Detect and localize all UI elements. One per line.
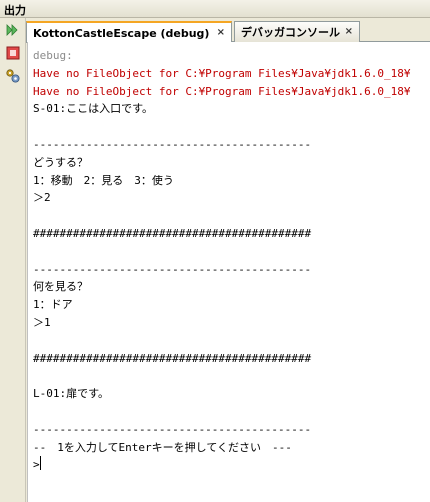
console-line-text: ＞2 (33, 191, 51, 205)
console-line-text: ----------------------------------------… (33, 137, 312, 151)
output-panel-header: 出力 (0, 0, 430, 18)
console-lines: debug: Have no FileObject for C:¥Program … (33, 47, 411, 474)
console-line-text: Have no FileObject for C:¥Program Files¥… (33, 84, 411, 98)
console-line-text: ----------------------------------------… (33, 422, 312, 436)
console-line: S-01:ここは入口です。 (33, 100, 411, 118)
console-line: どうする？ (33, 154, 411, 172)
output-tab-strip: KottonCastleEscape (debug) × デバッガコンソール × (26, 18, 430, 43)
console-line-text: どうする？ (33, 155, 88, 169)
stop-button[interactable] (5, 45, 21, 61)
console-line: ＞2 (33, 189, 411, 207)
console-line: ########################################… (33, 225, 411, 243)
console-line: ----------------------------------------… (33, 136, 411, 154)
console-line: debug: (33, 47, 411, 65)
console-line-text: > (33, 458, 40, 472)
console-line: Have no FileObject for C:¥Program Files¥… (33, 65, 411, 83)
console-line-text: S-01:ここは入口です。 (33, 102, 154, 116)
tab-kottoncastleescape-debug[interactable]: KottonCastleEscape (debug) × (26, 21, 232, 43)
console-line-text: debug: (33, 49, 73, 62)
console-line: ＞1 (33, 314, 411, 332)
console-line: > (33, 456, 411, 474)
rerun-icon (6, 24, 18, 36)
settings-button[interactable] (5, 68, 21, 84)
console-line-text: -- 1を入力してEnterキーを押してください --- (33, 440, 292, 454)
output-toolbar (0, 18, 26, 502)
console-line-text: L-01:扉です。 (33, 387, 110, 401)
close-icon[interactable]: × (217, 27, 225, 38)
console-line-text: 1：ドア (33, 298, 73, 312)
console-line: ########################################… (33, 350, 411, 368)
console-line: 1：移動 2：見る 3：使う (33, 172, 411, 190)
console-line-text: ########################################… (33, 351, 312, 365)
console-line-text: Have no FileObject for C:¥Program Files¥… (33, 66, 411, 80)
console-line: -- 1を入力してEnterキーを押してください --- (33, 439, 411, 457)
tab-label: KottonCastleEscape (debug) (33, 26, 210, 40)
panel-title: 出力 (4, 4, 26, 17)
console-line: Have no FileObject for C:¥Program Files¥… (33, 83, 411, 101)
tab-label: デバッガコンソール (241, 26, 340, 39)
console-line: 何を見る？ (33, 278, 411, 296)
console-output-area[interactable]: debug: Have no FileObject for C:¥Program … (27, 42, 430, 502)
text-cursor (39, 456, 41, 471)
console-line: 1：ドア (33, 296, 411, 314)
console-line: L-01:扉です。 (33, 385, 411, 403)
console-line: ----------------------------------------… (33, 421, 411, 439)
stop-icon (6, 46, 20, 60)
rerun-button[interactable] (5, 22, 21, 38)
console-line-text: 何を見る？ (33, 280, 88, 294)
console-line-text: 1：移動 2：見る 3：使う (33, 173, 174, 187)
close-icon[interactable]: × (345, 26, 353, 37)
settings-icon (6, 69, 20, 83)
console-line: ----------------------------------------… (33, 261, 411, 279)
tab-debugger-console[interactable]: デバッガコンソール × (234, 21, 360, 42)
console-line-text: ＞1 (33, 315, 51, 329)
console-line-text: ----------------------------------------… (33, 262, 312, 276)
console-line-text: ########################################… (33, 226, 312, 240)
